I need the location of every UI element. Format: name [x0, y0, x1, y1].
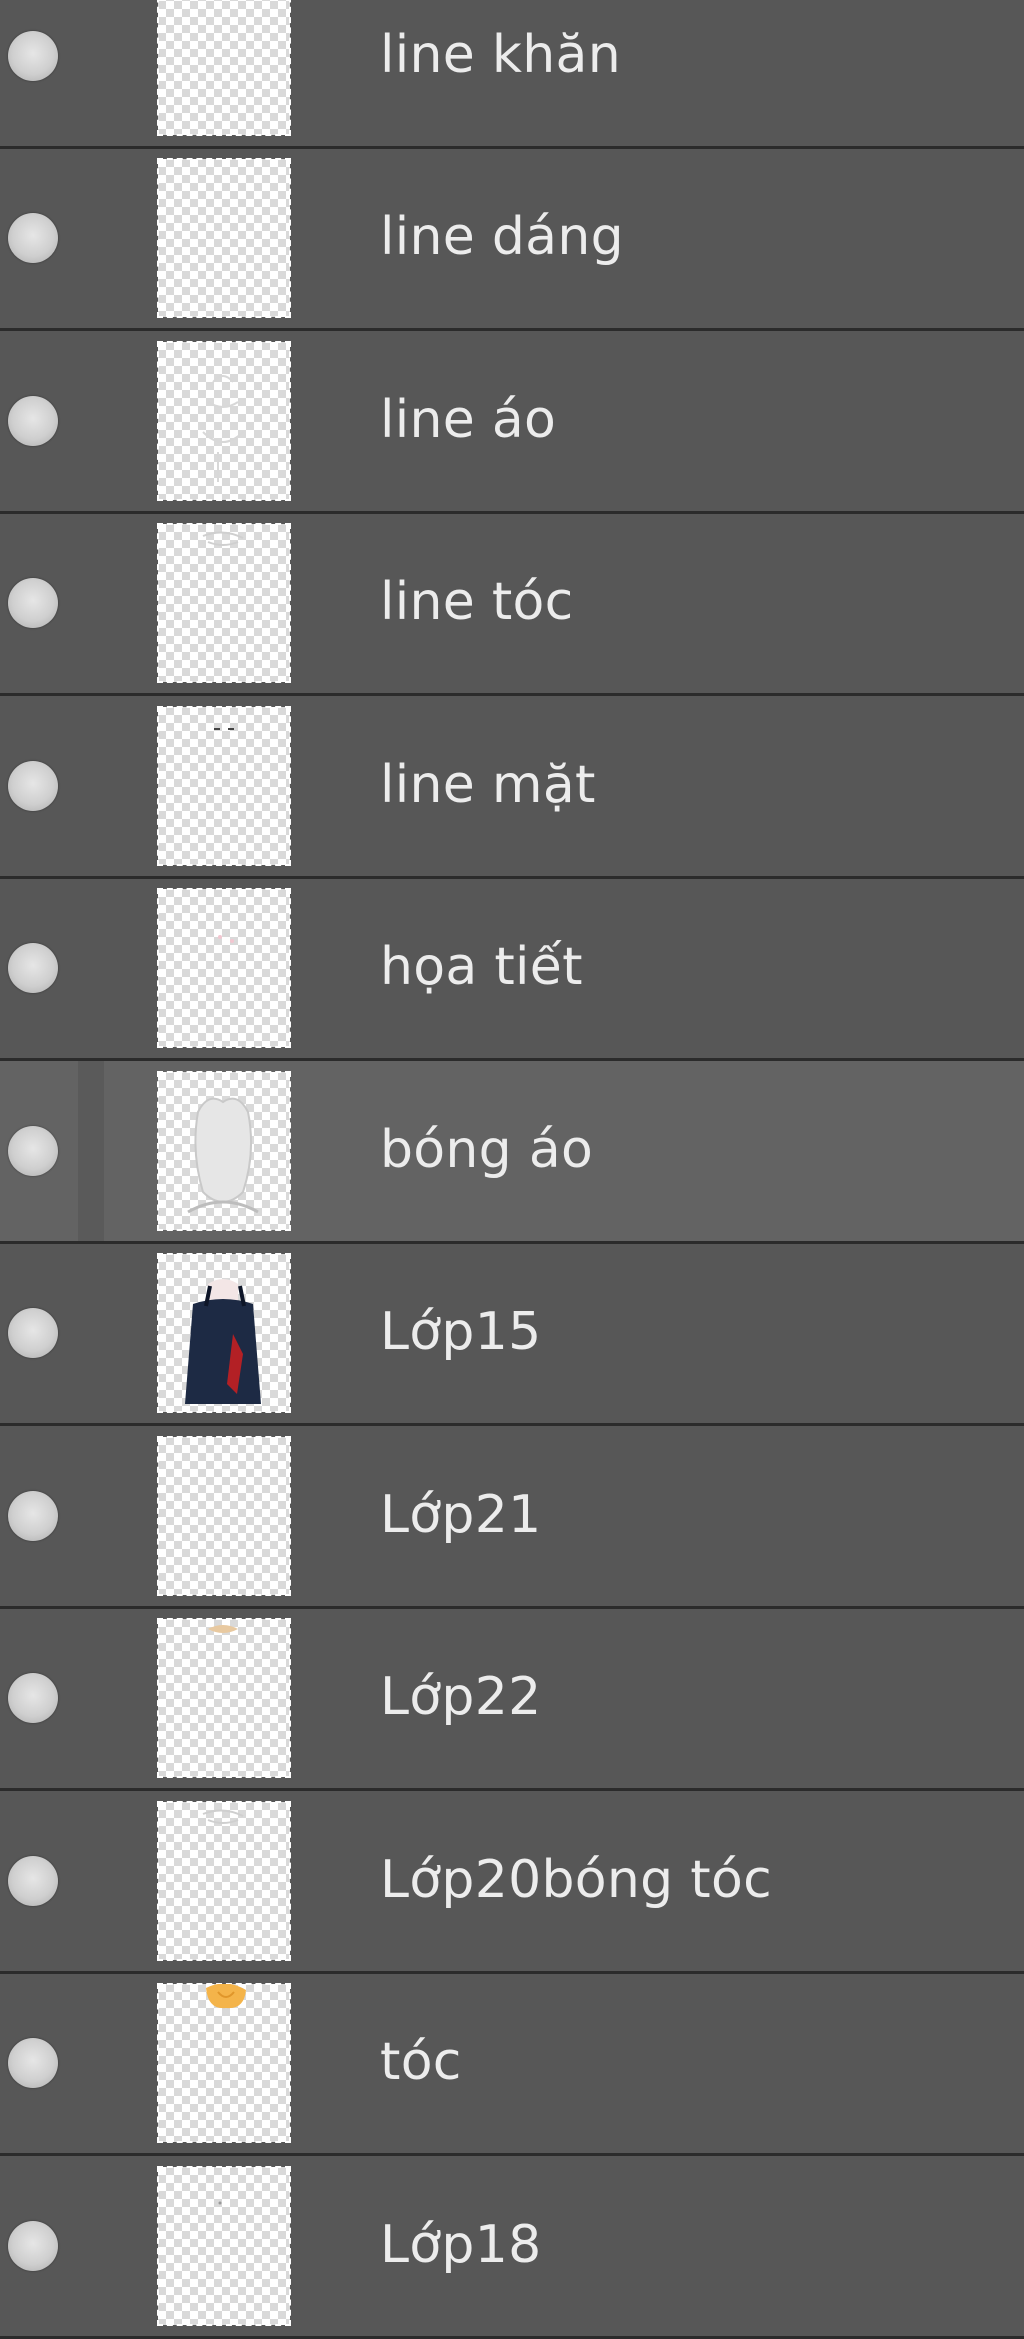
layer-row[interactable]: họa tiết: [0, 878, 1024, 1061]
layer-name[interactable]: Lớp22: [380, 1667, 541, 1727]
layer-row[interactable]: tóc: [0, 1973, 1024, 2156]
layer-name[interactable]: line mặt: [380, 755, 596, 815]
visibility-eye-icon[interactable]: [8, 2220, 58, 2271]
layer-name[interactable]: Lớp20bóng tóc: [380, 1850, 772, 1910]
visibility-eye-icon[interactable]: [8, 30, 58, 81]
layer-thumbnail: [157, 705, 291, 866]
layer-name[interactable]: Lớp15: [380, 1302, 541, 1362]
layer-thumbnail: [157, 158, 291, 319]
layer-name[interactable]: line tóc: [380, 572, 574, 632]
layer-thumbnail: [157, 1800, 291, 1961]
layer-thumbnail: [157, 1618, 291, 1779]
layer-thumbnail: [157, 1253, 291, 1414]
layer-thumbnail: [157, 0, 291, 136]
layer-thumbnail: [157, 2165, 291, 2326]
visibility-eye-icon[interactable]: [8, 578, 58, 629]
visibility-eye-icon[interactable]: [8, 760, 58, 811]
layer-thumbnail: [157, 1983, 291, 2144]
visibility-eye-icon[interactable]: [8, 213, 58, 264]
layer-name[interactable]: tóc: [380, 2032, 462, 2092]
layer-thumbnail: [157, 888, 291, 1049]
layer-name[interactable]: bóng áo: [380, 1120, 593, 1180]
layer-thumbnail: [157, 1435, 291, 1596]
layer-row[interactable]: line khăn: [0, 0, 1024, 149]
layer-name[interactable]: Lớp18: [380, 2215, 541, 2275]
layer-row[interactable]: Lớp15: [0, 1243, 1024, 1426]
layer-thumbnail: [157, 523, 291, 684]
layer-row[interactable]: line mặt: [0, 696, 1024, 879]
layer-row[interactable]: Lớp21: [0, 1426, 1024, 1609]
layers-panel: line khăn line dáng line áo line tóc line mặ…: [0, 0, 1024, 2339]
visibility-eye-icon[interactable]: [8, 1125, 58, 1176]
visibility-eye-icon[interactable]: [8, 2038, 58, 2089]
visibility-eye-icon[interactable]: [8, 1308, 58, 1359]
visibility-eye-icon[interactable]: [8, 395, 58, 446]
layer-row[interactable]: line dáng: [0, 148, 1024, 331]
layer-name[interactable]: line áo: [380, 390, 556, 450]
layer-row[interactable]: bóng áo: [0, 1061, 1024, 1244]
visibility-eye-icon[interactable]: [8, 943, 58, 994]
layer-thumbnail: [157, 340, 291, 501]
layer-name[interactable]: line dáng: [380, 207, 624, 267]
layer-row[interactable]: Lớp20bóng tóc: [0, 1791, 1024, 1974]
layer-row[interactable]: line tóc: [0, 513, 1024, 696]
layer-name[interactable]: họa tiết: [380, 937, 583, 997]
layer-row[interactable]: Lớp18: [0, 2156, 1024, 2339]
layer-name[interactable]: line khăn: [380, 25, 621, 85]
layer-thumbnail: [157, 1070, 291, 1231]
visibility-eye-icon[interactable]: [8, 1490, 58, 1541]
visibility-eye-icon[interactable]: [8, 1855, 58, 1906]
layer-row[interactable]: Lớp22: [0, 1608, 1024, 1791]
layer-row[interactable]: line áo: [0, 331, 1024, 514]
layer-name[interactable]: Lớp21: [380, 1485, 541, 1545]
visibility-eye-icon[interactable]: [8, 1673, 58, 1724]
